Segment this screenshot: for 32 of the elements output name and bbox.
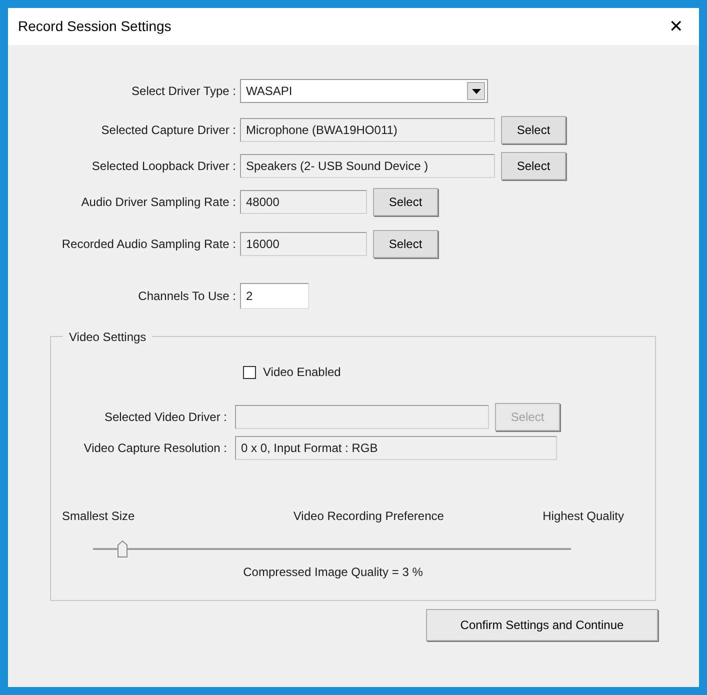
resolution-field[interactable]: 0 x 0, Input Format : RGB: [235, 436, 557, 460]
slider-max-label: Highest Quality: [542, 508, 624, 525]
quality-reading: Compressed Image Quality = 3 %: [243, 564, 423, 581]
quality-slider[interactable]: [93, 540, 571, 558]
field-label: Audio Driver Sampling Rate :: [81, 194, 236, 211]
dropdown-arrow-icon: [472, 88, 480, 94]
select-button[interactable]: Select: [501, 116, 566, 144]
readonly-field[interactable]: Microphone (BWA19HO011): [240, 118, 495, 142]
select-button[interactable]: Select: [373, 230, 438, 258]
close-button[interactable]: ✕: [653, 8, 699, 45]
readonly-field[interactable]: 16000: [240, 232, 367, 256]
readonly-field[interactable]: 48000: [240, 190, 367, 214]
window-title: Record Session Settings: [18, 17, 172, 36]
field-label: Recorded Audio Sampling Rate :: [62, 236, 236, 253]
slider-title: Video Recording Preference: [293, 508, 444, 525]
field-label: Channels To Use :: [138, 288, 236, 305]
field-label: Selected Video Driver :: [104, 409, 227, 426]
slider-thumb[interactable]: [117, 540, 128, 558]
checkbox[interactable]: [243, 366, 256, 378]
channels-input[interactable]: 2: [240, 283, 309, 309]
driver-type-dropdown[interactable]: WASAPI: [240, 79, 488, 103]
select-button[interactable]: Select: [501, 152, 566, 180]
field-label: Selected Capture Driver :: [101, 122, 236, 139]
field-label: Selected Loopback Driver :: [92, 158, 236, 175]
select-button[interactable]: Select: [373, 188, 438, 216]
video-driver-field[interactable]: [235, 405, 489, 429]
field-label: Video Capture Resolution :: [84, 440, 227, 457]
readonly-field[interactable]: Speakers (2- USB Sound Device ): [240, 154, 495, 178]
slider-min-label: Smallest Size: [62, 508, 135, 525]
field-label: Select Driver Type :: [132, 83, 236, 100]
checkbox-label: Video Enabled: [263, 364, 341, 381]
confirm-button[interactable]: Confirm Settings and Continue: [426, 609, 658, 641]
